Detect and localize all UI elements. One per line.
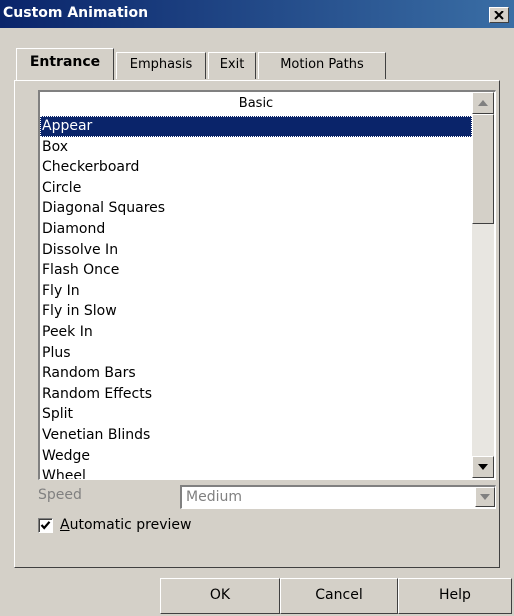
list-group-header: Basic bbox=[238, 96, 274, 111]
list-item[interactable]: Fly In bbox=[40, 281, 472, 302]
close-icon bbox=[494, 11, 504, 20]
arrow-up-icon bbox=[478, 100, 488, 106]
ok-button[interactable]: OK bbox=[160, 578, 280, 614]
arrow-down-icon bbox=[478, 464, 488, 470]
automatic-preview-label[interactable]: Automatic preview bbox=[60, 517, 191, 533]
tab-entrance[interactable]: Entrance bbox=[16, 48, 114, 80]
list-item[interactable]: Random Effects bbox=[40, 384, 472, 405]
list-item[interactable]: Wheel bbox=[40, 466, 472, 479]
list-item[interactable]: Random Bars bbox=[40, 363, 472, 384]
effects-listbox[interactable]: Basic Appear Box Checkerboard Circle Dia… bbox=[38, 90, 496, 480]
list-item[interactable]: Flash Once bbox=[40, 260, 472, 281]
list-item[interactable]: Appear bbox=[40, 116, 472, 137]
speed-dropdown-button[interactable] bbox=[475, 487, 495, 507]
list-item[interactable]: Venetian Blinds bbox=[40, 425, 472, 446]
scroll-up-button[interactable] bbox=[472, 92, 494, 114]
scroll-down-button[interactable] bbox=[472, 456, 494, 478]
speed-value: Medium bbox=[186, 489, 242, 505]
tab-motion-paths[interactable]: Motion Paths bbox=[258, 52, 386, 79]
cancel-button-label: Cancel bbox=[315, 587, 363, 603]
list-item[interactable]: Peek In bbox=[40, 322, 472, 343]
tab-motion-paths-label: Motion Paths bbox=[280, 57, 364, 72]
tab-exit-label: Exit bbox=[219, 57, 245, 72]
list-item[interactable]: Diagonal Squares bbox=[40, 198, 472, 219]
close-button[interactable] bbox=[489, 7, 509, 23]
effects-list-items: Appear Box Checkerboard Circle Diagonal … bbox=[40, 116, 472, 479]
tab-exit[interactable]: Exit bbox=[208, 52, 256, 79]
help-button[interactable]: Help bbox=[398, 578, 512, 614]
speed-label: Speed bbox=[38, 487, 82, 503]
tab-entrance-label: Entrance bbox=[29, 54, 101, 70]
vertical-scrollbar[interactable] bbox=[472, 92, 494, 478]
custom-animation-dialog: Custom Animation Entrance Emphasis Exit … bbox=[0, 0, 514, 616]
checkmark-icon bbox=[40, 521, 51, 530]
window-title: Custom Animation bbox=[3, 5, 149, 21]
speed-select[interactable]: Medium bbox=[180, 485, 496, 509]
list-item[interactable]: Split bbox=[40, 404, 472, 425]
scroll-thumb[interactable] bbox=[472, 114, 494, 224]
cancel-button[interactable]: Cancel bbox=[280, 578, 398, 614]
automatic-preview-checkbox[interactable] bbox=[38, 518, 53, 533]
list-item[interactable]: Dissolve In bbox=[40, 240, 472, 261]
list-item[interactable]: Circle bbox=[40, 178, 472, 199]
list-item[interactable]: Diamond bbox=[40, 219, 472, 240]
list-item[interactable]: Plus bbox=[40, 343, 472, 364]
list-item[interactable]: Wedge bbox=[40, 446, 472, 467]
list-item[interactable]: Fly in Slow bbox=[40, 301, 472, 322]
list-item[interactable]: Box bbox=[40, 137, 472, 158]
list-item[interactable]: Checkerboard bbox=[40, 157, 472, 178]
title-bar[interactable]: Custom Animation bbox=[0, 0, 514, 28]
chevron-down-icon bbox=[480, 494, 490, 500]
effect-category-tabs: Entrance Emphasis Exit Motion Paths bbox=[0, 48, 514, 80]
tab-emphasis[interactable]: Emphasis bbox=[116, 52, 206, 79]
speed-label-text: Speed bbox=[38, 487, 82, 503]
tab-emphasis-label: Emphasis bbox=[129, 57, 193, 72]
ok-button-label: OK bbox=[209, 587, 231, 603]
help-button-label: Help bbox=[439, 587, 471, 603]
